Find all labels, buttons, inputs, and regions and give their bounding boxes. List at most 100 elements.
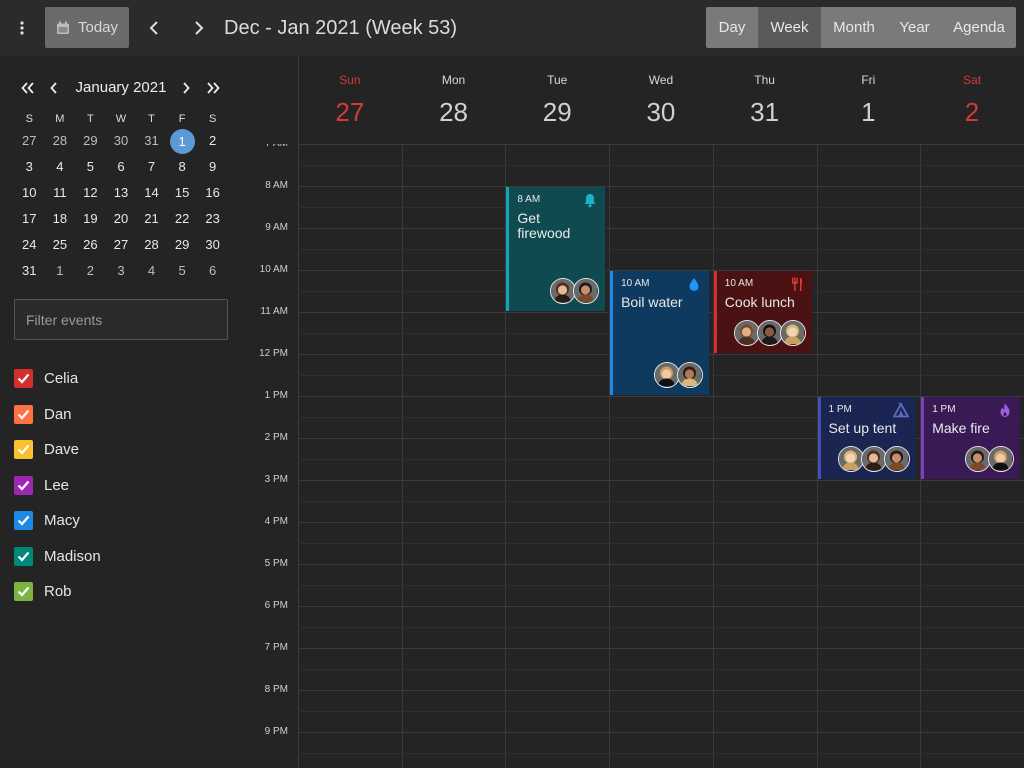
mini-calendar-day[interactable]: 26: [75, 233, 106, 257]
person-filter-rob[interactable]: Rob: [14, 574, 101, 610]
calendar-app: Today Dec - Jan 2021 (Week 53) Day Week …: [0, 0, 1024, 768]
view-year-button[interactable]: Year: [887, 7, 942, 48]
mini-calendar-day[interactable]: 14: [136, 181, 167, 205]
weekday-label: S: [208, 113, 217, 125]
day-number: 31: [22, 263, 37, 278]
day-number: 31: [750, 97, 780, 127]
day-header-wed[interactable]: Wed 30: [609, 56, 713, 144]
mini-calendar-day[interactable]: 13: [106, 181, 137, 205]
checkbox[interactable]: [14, 369, 33, 389]
mini-calendar-day[interactable]: 11: [45, 181, 76, 205]
event-boil-water[interactable]: 10 AM Boil water: [610, 271, 709, 395]
next-year-button[interactable]: [201, 76, 225, 100]
mini-calendar-day[interactable]: 31: [136, 129, 167, 153]
day-header-thu[interactable]: Thu 31: [713, 56, 817, 144]
avatar[interactable]: [653, 362, 680, 388]
view-week-button[interactable]: Week: [758, 7, 821, 48]
mini-calendar-day[interactable]: 29: [75, 129, 106, 153]
mini-calendar-day[interactable]: 4: [136, 259, 167, 283]
mini-calendar-day[interactable]: 3: [14, 155, 45, 179]
mini-calendar-day[interactable]: 27: [106, 233, 137, 257]
next-month-button[interactable]: [174, 76, 198, 100]
mini-calendar-day[interactable]: 16: [197, 181, 228, 205]
event-cook-lunch[interactable]: 10 AM Cook lunch: [713, 271, 813, 353]
person-filter-dave[interactable]: Dave: [14, 432, 101, 468]
person-filter-lee[interactable]: Lee: [14, 468, 101, 504]
view-day-button[interactable]: Day: [706, 7, 758, 48]
person-filter-celia[interactable]: Celia: [14, 361, 101, 397]
day-header-mon[interactable]: Mon 28: [402, 56, 506, 144]
mini-calendar-day[interactable]: 27: [14, 129, 45, 153]
mini-calendar-day[interactable]: 9: [197, 155, 228, 179]
person-filter-macy[interactable]: Macy: [14, 503, 101, 539]
mini-calendar-day[interactable]: 23: [197, 207, 228, 231]
person-filter-madison[interactable]: Madison: [14, 539, 101, 575]
mini-calendar-day[interactable]: 12: [75, 181, 106, 205]
checkbox[interactable]: [14, 475, 33, 495]
mini-calendar-day[interactable]: 3: [106, 259, 137, 283]
view-agenda-button[interactable]: Agenda: [942, 7, 1016, 48]
attendee-avatars: [734, 320, 807, 346]
mini-calendar-day[interactable]: 28: [136, 233, 167, 257]
avatar[interactable]: [780, 320, 807, 346]
checkbox[interactable]: [14, 511, 33, 531]
mini-calendar-day[interactable]: 24: [14, 233, 45, 257]
mini-calendar-day[interactable]: 6: [106, 155, 137, 179]
avatar[interactable]: [573, 278, 600, 304]
day-header-fri[interactable]: Fri 1: [817, 56, 921, 144]
mini-calendar-day[interactable]: 2: [197, 129, 228, 153]
checkbox[interactable]: [14, 546, 33, 566]
avatar[interactable]: [964, 446, 991, 472]
mini-calendar-grid: S M T W T F S 27 28 29 30 31 1 2 3 4 5 6 7 8 9 10 11 12 13 14 15 16…: [14, 110, 228, 284]
mini-calendar-day[interactable]: 5: [75, 155, 106, 179]
mini-calendar-day[interactable]: 19: [75, 207, 106, 231]
mini-calendar-day[interactable]: 8: [167, 155, 198, 179]
person-filter-dan[interactable]: Dan: [14, 397, 101, 433]
mini-calendar-day[interactable]: 30: [197, 233, 228, 257]
checkbox[interactable]: [14, 582, 33, 602]
avatar[interactable]: [884, 446, 911, 472]
mini-calendar-day[interactable]: 10: [14, 181, 45, 205]
mini-calendar-day[interactable]: 31: [14, 259, 45, 283]
mini-calendar-day[interactable]: 28: [45, 129, 76, 153]
next-week-button[interactable]: [185, 14, 213, 42]
date-range-title: Dec - Jan 2021 (Week 53): [224, 17, 458, 39]
mini-calendar-day[interactable]: 2: [75, 259, 106, 283]
mini-calendar-day-selected[interactable]: 1: [167, 129, 198, 154]
event-set-up-tent[interactable]: 1 PM Set up tent: [817, 397, 917, 479]
mini-calendar-day[interactable]: 15: [167, 181, 198, 205]
avatar[interactable]: [676, 362, 703, 388]
mini-calendar-day[interactable]: 18: [45, 207, 76, 231]
checkbox[interactable]: [14, 440, 33, 460]
day-number: 3: [25, 159, 33, 174]
view-month-button[interactable]: Month: [821, 7, 887, 48]
today-button[interactable]: Today: [45, 7, 129, 48]
time-label: 8 PM: [264, 684, 288, 695]
flame-icon: [1000, 403, 1010, 417]
mini-calendar-day[interactable]: 30: [106, 129, 137, 153]
mini-calendar-day[interactable]: 29: [167, 233, 198, 257]
mini-calendar-day[interactable]: 1: [45, 259, 76, 283]
mini-calendar-day[interactable]: 4: [45, 155, 76, 179]
event-make-fire[interactable]: 1 PM Make fire: [921, 397, 1020, 479]
mini-calendar-day[interactable]: 17: [14, 207, 45, 231]
avatar[interactable]: [987, 446, 1014, 472]
day-number: 2: [964, 97, 980, 127]
mini-calendar-day[interactable]: 7: [136, 155, 167, 179]
mini-calendar-day[interactable]: 22: [167, 207, 198, 231]
day-header-sun[interactable]: Sun 27: [298, 56, 402, 144]
day-number: 5: [178, 263, 186, 278]
mini-calendar-day[interactable]: 21: [136, 207, 167, 231]
checkbox[interactable]: [14, 404, 33, 424]
mini-calendar-day[interactable]: 5: [167, 259, 198, 283]
mini-calendar-day[interactable]: 20: [106, 207, 137, 231]
mini-calendar-day[interactable]: 25: [45, 233, 76, 257]
previous-week-button[interactable]: [140, 14, 168, 42]
mini-calendar-day[interactable]: 6: [197, 259, 228, 283]
day-header-sat[interactable]: Sat 2: [920, 56, 1024, 144]
event-get-firewood[interactable]: 8 AM Get firewood: [506, 187, 606, 311]
mini-calendar-week: 17 18 19 20 21 22 23: [14, 206, 228, 232]
filter-events-input[interactable]: [14, 299, 228, 340]
day-header-tue[interactable]: Tue 29: [505, 56, 609, 144]
more-menu-button[interactable]: [8, 14, 36, 42]
